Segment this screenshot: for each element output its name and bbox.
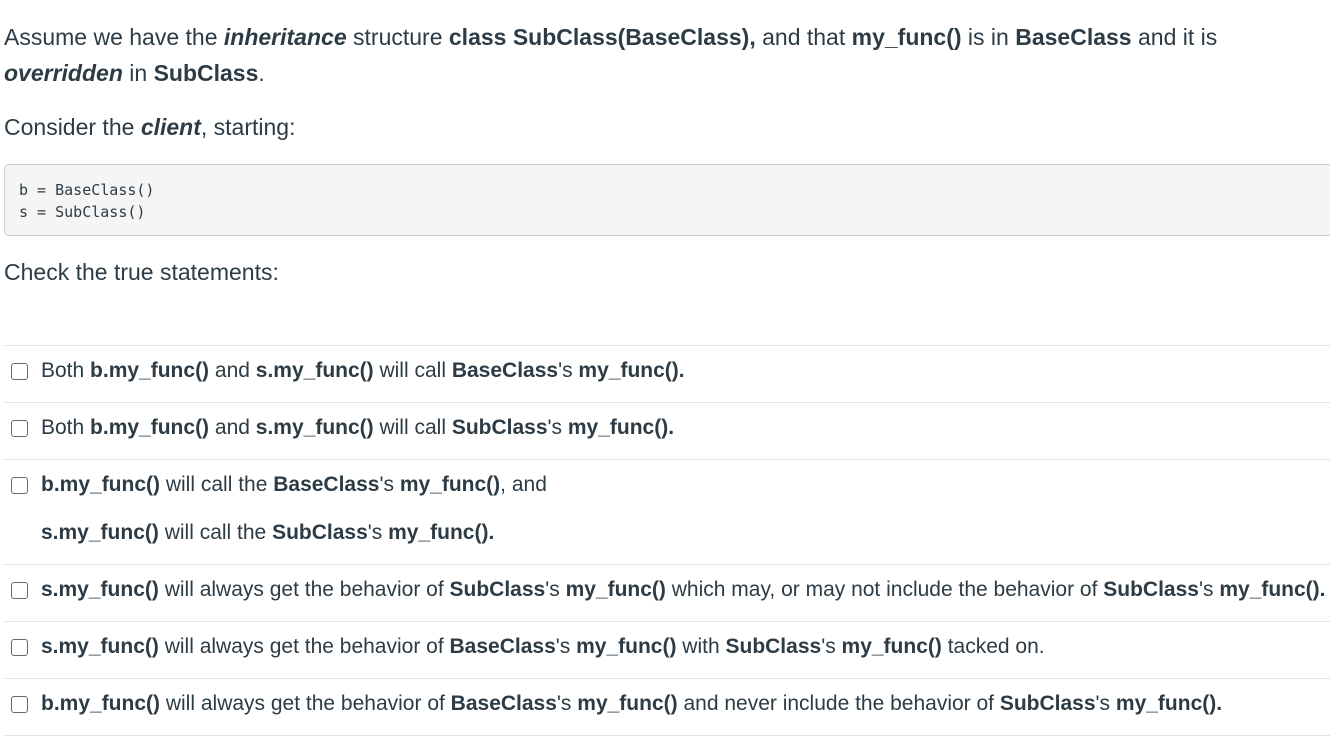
check-prompt: Check the true statements: bbox=[4, 259, 279, 285]
answer-text: will call the bbox=[158, 521, 273, 544]
intro-code: class SubClass(BaseClass), bbox=[448, 24, 756, 50]
code-line: b = BaseClass() bbox=[19, 181, 155, 199]
answer-line-2: s.my_func() will call the SubClass's my_… bbox=[41, 520, 1330, 546]
client-text: Consider the bbox=[4, 114, 141, 140]
answer-code: s.my_func() bbox=[255, 359, 374, 382]
question-intro: Assume we have the inheritance structure… bbox=[4, 19, 1324, 91]
answer-code: my_func() bbox=[399, 473, 501, 496]
answer-text: and bbox=[209, 359, 256, 382]
answer-text: Both bbox=[41, 416, 91, 439]
intro-code: SubClass bbox=[153, 60, 259, 86]
answer-code: BaseClass bbox=[451, 359, 559, 382]
intro-code: my_func() bbox=[851, 24, 962, 50]
answer-list: Both b.my_func() and s.my_func() will ca… bbox=[4, 345, 1330, 736]
answer-text: will call the bbox=[160, 473, 274, 496]
client-text: , starting: bbox=[200, 114, 296, 140]
answer-code: my_func(). bbox=[578, 359, 685, 382]
answer-option-3[interactable]: b.my_func() will call the BaseClass's my… bbox=[4, 460, 1330, 565]
answer-code: b.my_func() bbox=[90, 416, 210, 439]
checkbox[interactable] bbox=[11, 582, 28, 599]
answer-code: b.my_func() bbox=[41, 692, 161, 715]
answer-text: will always get the behavior of bbox=[158, 578, 450, 601]
answer-text: will call bbox=[373, 359, 452, 382]
answer-code: s.my_func() bbox=[41, 521, 159, 544]
intro-text: Assume we have the bbox=[4, 24, 224, 50]
answer-code: my_func(). bbox=[567, 416, 675, 439]
intro-text: is in bbox=[961, 24, 1016, 50]
answer-text: will always get the behavior of bbox=[160, 692, 451, 715]
answer-code: BaseClass bbox=[273, 473, 380, 496]
checkbox[interactable] bbox=[11, 363, 28, 380]
answer-code: my_func(). bbox=[1115, 692, 1223, 715]
answer-text: will always get the behavior of bbox=[158, 635, 450, 658]
answer-line-1: b.my_func() will call the BaseClass's my… bbox=[41, 472, 1330, 498]
answer-code: SubClass bbox=[999, 692, 1096, 715]
answer-text: 's bbox=[367, 521, 389, 544]
answer-text: 's bbox=[547, 416, 568, 439]
answer-code: s.my_func() bbox=[41, 635, 159, 658]
answer-text: 's bbox=[821, 635, 842, 658]
answer-code: SubClass bbox=[272, 521, 368, 544]
answer-code: s.my_func() bbox=[255, 416, 374, 439]
intro-text: in bbox=[122, 60, 154, 86]
answer-text: with bbox=[676, 635, 726, 658]
answer-code: SubClass bbox=[1103, 578, 1199, 601]
intro-text: . bbox=[258, 60, 265, 86]
answer-code: my_func(). bbox=[1219, 578, 1326, 601]
code-line: s = SubClass() bbox=[19, 203, 146, 221]
intro-code: BaseClass bbox=[1015, 24, 1132, 50]
answer-option-4[interactable]: s.my_func() will always get the behavior… bbox=[4, 565, 1330, 622]
answer-text: and bbox=[209, 416, 256, 439]
answer-text: and never include the behavior of bbox=[677, 692, 1000, 715]
checkbox[interactable] bbox=[11, 639, 28, 656]
answer-text: , and bbox=[500, 473, 547, 496]
checkbox[interactable] bbox=[11, 420, 28, 437]
intro-keyword: overridden bbox=[4, 60, 123, 86]
answer-code: b.my_func() bbox=[90, 359, 210, 382]
answer-text: 's bbox=[1198, 578, 1220, 601]
answer-text: 's bbox=[555, 635, 577, 658]
answer-code: SubClass bbox=[451, 416, 548, 439]
answer-text: 's bbox=[556, 692, 578, 715]
client-prompt: Consider the client, starting: bbox=[4, 109, 296, 145]
answer-option-6[interactable]: b.my_func() will always get the behavior… bbox=[4, 679, 1330, 736]
answer-text: will call bbox=[373, 416, 452, 439]
answer-text: Both bbox=[41, 359, 91, 382]
answer-code: my_func() bbox=[576, 635, 677, 658]
answer-code: SubClass bbox=[449, 578, 546, 601]
answer-code: my_func() bbox=[565, 578, 666, 601]
answer-code: SubClass bbox=[725, 635, 822, 658]
checkbox[interactable] bbox=[11, 477, 28, 494]
answer-text: tacked on. bbox=[941, 635, 1045, 658]
answer-option-5[interactable]: s.my_func() will always get the behavior… bbox=[4, 622, 1330, 679]
answer-code: my_func() bbox=[841, 635, 942, 658]
answer-text: which may, or may not include the behavi… bbox=[665, 578, 1104, 601]
answer-code: b.my_func() bbox=[41, 473, 161, 496]
intro-keyword: inheritance bbox=[223, 24, 347, 50]
intro-text: structure bbox=[346, 24, 449, 50]
intro-text: and that bbox=[755, 24, 852, 50]
answer-text: 's bbox=[545, 578, 566, 601]
checkbox[interactable] bbox=[11, 696, 28, 713]
answer-option-2[interactable]: Both b.my_func() and s.my_func() will ca… bbox=[4, 403, 1330, 460]
answer-text: 's bbox=[558, 359, 579, 382]
code-block: b = BaseClass() s = SubClass() bbox=[4, 164, 1330, 236]
answer-option-1[interactable]: Both b.my_func() and s.my_func() will ca… bbox=[4, 346, 1330, 403]
intro-text: and it is bbox=[1131, 24, 1218, 50]
answer-text: 's bbox=[379, 473, 400, 496]
answer-code: my_func(). bbox=[388, 521, 495, 544]
answer-code: s.my_func() bbox=[41, 578, 159, 601]
answer-text: 's bbox=[1095, 692, 1116, 715]
client-keyword: client bbox=[140, 114, 201, 140]
answer-code: my_func() bbox=[577, 692, 678, 715]
answer-code: BaseClass bbox=[449, 635, 556, 658]
answer-code: BaseClass bbox=[450, 692, 557, 715]
